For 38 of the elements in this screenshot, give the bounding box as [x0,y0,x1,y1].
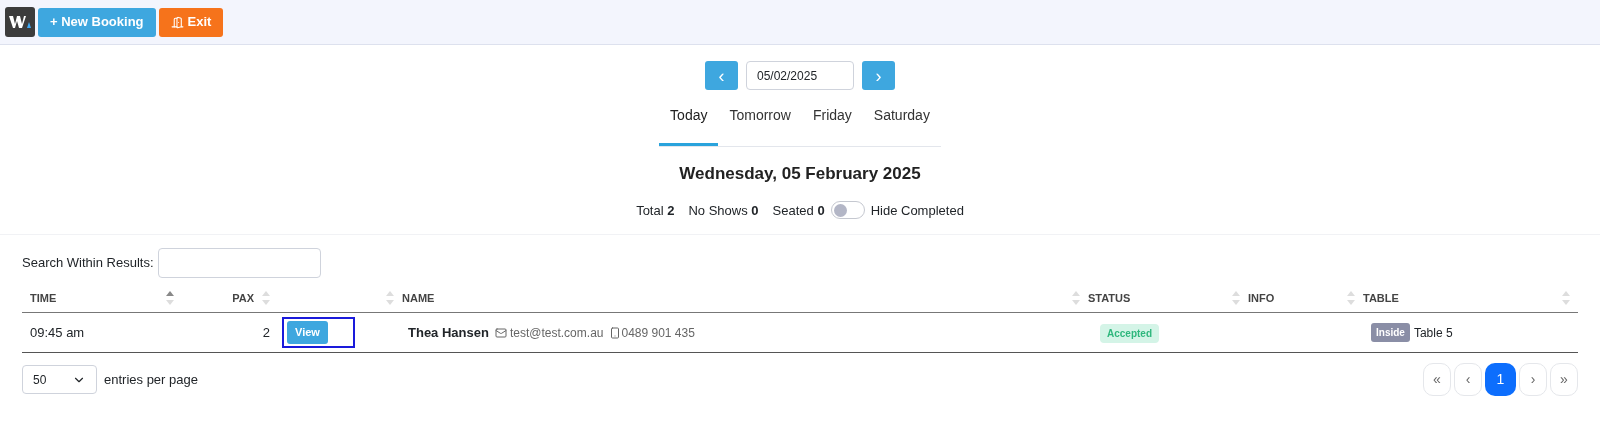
day-tab[interactable]: Tomorrow [718,99,802,146]
time-cell: 09:45 am [30,324,85,340]
stat-text: No Shows 0 [688,201,759,220]
mail-icon [494,326,507,339]
day-tab[interactable]: Saturday [862,99,941,146]
stat-text: Total 2 [636,201,675,220]
table-cell-text: Table 5 [1413,324,1453,342]
page-button[interactable]: ‹ [1454,363,1482,396]
logo-icon [5,7,35,37]
page-button[interactable]: 1 [1485,363,1516,396]
hide-completed-toggle[interactable] [830,201,865,220]
day-tab[interactable]: Friday [801,99,863,146]
column-header[interactable]: TIME [30,289,57,307]
column-header[interactable]: NAME [402,289,435,307]
stat-text: Seated 0 [772,201,825,220]
column-header[interactable]: PAX [232,289,254,307]
hide-completed-label: Hide Completed [870,201,964,220]
page-button[interactable]: › [1519,363,1547,396]
date-heading: Wednesday, 05 February 2025 [679,163,921,185]
date-field[interactable]: 05/02/2025 [746,61,854,90]
email-text: test@test.com.au [509,324,604,342]
pax-cell-text: 2 [262,323,270,342]
search-field[interactable] [157,248,321,278]
page-size-select[interactable]: 50 [22,365,97,394]
column-header[interactable]: INFO [1248,289,1275,307]
area-badge: Inside [1371,323,1410,342]
phone-icon [609,326,622,339]
status-badge: Accepted [1100,323,1159,343]
phone-text: 0489 901 435 [621,324,695,342]
door-icon [170,15,184,29]
page-button[interactable]: » [1550,363,1578,396]
column-header[interactable]: TABLE [1363,289,1399,307]
guest-name: Thea Hansen [408,323,489,342]
column-header[interactable]: STATUS [1088,289,1131,307]
day-tab[interactable]: Today [659,99,719,146]
page-button[interactable]: « [1423,363,1451,396]
search-label: Search Within Results: [22,254,154,273]
entries-label: entries per page [104,370,198,389]
